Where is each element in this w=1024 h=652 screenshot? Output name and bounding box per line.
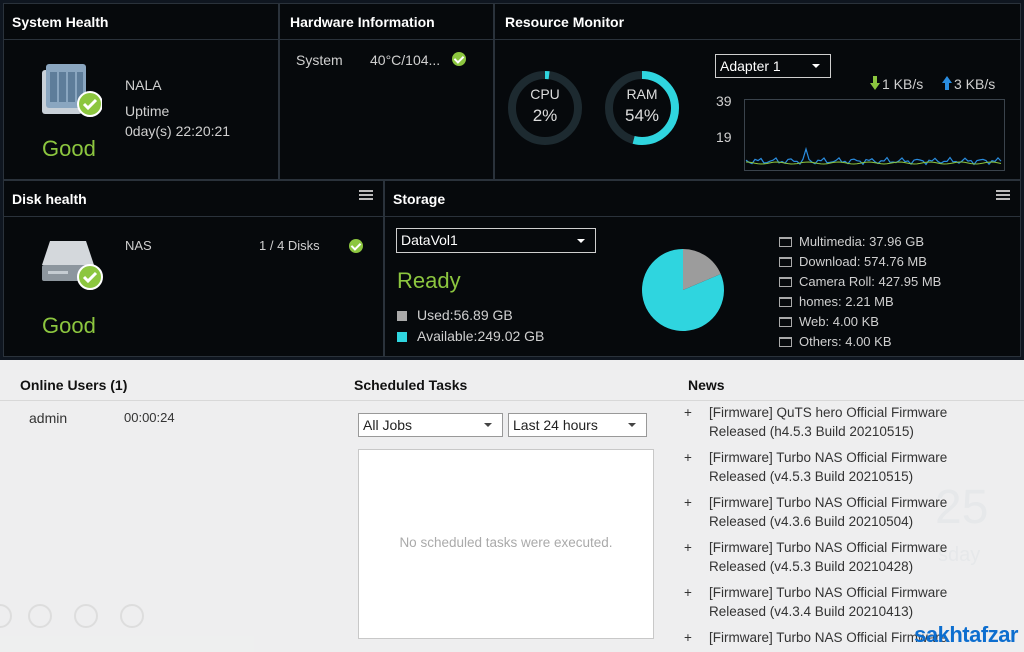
chevron-down-icon (577, 238, 585, 243)
online-users-title: Online Users (1) (20, 377, 128, 393)
uptime-label: Uptime (125, 103, 170, 119)
time-filter-select[interactable]: Last 24 hours (508, 413, 647, 437)
divider (0, 400, 1024, 401)
disk-health-status: Good (42, 313, 96, 338)
hardware-temperature: 40°C/104... (370, 52, 441, 68)
folder-icon (779, 297, 792, 307)
system-health-title: System Health (4, 4, 278, 40)
dock-app-icon[interactable] (74, 604, 98, 628)
system-health-panel: System Health Good NALA Uptime 0day(s) 2… (3, 3, 279, 180)
plus-icon: + (684, 405, 692, 420)
disk-count: 1 / 4 Disks (259, 238, 320, 253)
folder-item: Download: 574.76 MB (779, 254, 927, 269)
menu-icon[interactable] (359, 189, 373, 201)
folder-item: Camera Roll: 427.95 MB (779, 274, 941, 289)
folder-icon (779, 277, 792, 287)
plus-icon: + (684, 630, 692, 645)
plus-icon: + (684, 585, 692, 600)
widgets-area: 25 sday Online Users (1) admin 00:00:24 … (0, 360, 1024, 652)
network-axis-top: 39 (716, 93, 732, 109)
news-item[interactable]: + [Firmware] Turbo NAS Official Firmware … (684, 538, 984, 578)
disk-label: NAS (125, 238, 152, 253)
folder-item: homes: 2.21 MB (779, 294, 894, 309)
device-name: NALA (125, 77, 162, 93)
folder-item: Others: 4.00 KB (779, 334, 892, 349)
network-axis-mid: 19 (716, 129, 732, 145)
news-link[interactable]: [Firmware] Turbo NAS Official Firmware R… (709, 493, 979, 531)
plus-icon: + (684, 495, 692, 510)
upload-speed: 3 KB/s (954, 76, 996, 92)
chevron-down-icon (484, 423, 492, 427)
storage-panel: Storage DataVol1 Ready Used:56.89 GB Ava… (384, 180, 1021, 357)
resource-monitor-panel: Resource Monitor CPU 2% RAM 54% Adapter … (494, 3, 1021, 180)
disk-icon (42, 241, 103, 290)
watermark-logo: sakhtafzar (914, 622, 1018, 647)
news-item[interactable]: + [Firmware] QuTS hero Official Firmware … (684, 403, 984, 443)
resource-monitor-title: Resource Monitor (495, 4, 1020, 40)
ram-label: RAM (626, 86, 658, 102)
online-user-name: admin (29, 410, 68, 426)
folder-icon (779, 237, 792, 247)
storage-title: Storage (385, 181, 1020, 217)
cpu-label: CPU (530, 86, 560, 102)
download-speed: 1 KB/s (882, 76, 924, 92)
news-link[interactable]: [Firmware] QuTS hero Official Firmware R… (709, 403, 979, 441)
volume-select[interactable]: DataVol1 (396, 228, 596, 253)
news-item[interactable]: + [Firmware] Turbo NAS Official Firmware … (684, 583, 984, 623)
network-traffic-chart (744, 99, 1005, 171)
nas-device-icon (42, 64, 102, 117)
jobs-filter-select[interactable]: All Jobs (358, 413, 503, 437)
used-legend-swatch (397, 311, 407, 321)
available-legend-swatch (397, 332, 407, 342)
hardware-info-title: Hardware Information (280, 4, 493, 40)
volume-select-value: DataVol1 (401, 232, 458, 248)
dock-app-icon[interactable] (0, 604, 12, 628)
time-filter-value: Last 24 hours (513, 417, 598, 433)
scheduled-tasks-title: Scheduled Tasks (354, 377, 468, 393)
system-health-status: Good (42, 136, 96, 161)
available-space: Available:249.02 GB (417, 328, 545, 344)
disk-health-title: Disk health (4, 181, 383, 217)
folder-icon (779, 337, 792, 347)
ram-value: 54% (624, 106, 660, 125)
news-link[interactable]: [Firmware] Turbo NAS Official Firmware R… (709, 538, 979, 576)
chevron-down-icon (628, 423, 636, 427)
online-user-time: 00:00:24 (124, 410, 175, 425)
cpu-value: 2% (532, 106, 558, 125)
scheduled-tasks-empty: No scheduled tasks were executed. (399, 535, 613, 550)
uptime-value: 0day(s) 22:20:21 (125, 123, 231, 139)
plus-icon: + (684, 540, 692, 555)
folder-item: Web: 4.00 KB (779, 314, 879, 329)
jobs-filter-value: All Jobs (363, 417, 413, 433)
storage-status: Ready (397, 268, 461, 293)
disk-health-panel: Disk health Good NAS 1 / 4 Disks (3, 180, 384, 357)
hardware-ok-icon (452, 52, 466, 66)
folder-item: Multimedia: 37.96 GB (779, 234, 924, 249)
menu-icon[interactable] (996, 189, 1010, 201)
chevron-down-icon (812, 64, 820, 68)
plus-icon: + (684, 450, 692, 465)
dock-app-icon[interactable] (28, 604, 52, 628)
news-link[interactable]: [Firmware] Turbo NAS Official Firmware R… (709, 583, 979, 621)
adapter-select-value: Adapter 1 (720, 58, 781, 74)
disk-ok-icon (349, 239, 363, 253)
folder-icon (779, 257, 792, 267)
news-item[interactable]: + [Firmware] Turbo NAS Official Firmware … (684, 448, 984, 488)
adapter-select[interactable]: Adapter 1 (715, 54, 831, 78)
scheduled-tasks-list: No scheduled tasks were executed. (358, 449, 654, 639)
used-space: Used:56.89 GB (417, 307, 513, 323)
news-link[interactable]: [Firmware] Turbo NAS Official Firmware R… (709, 448, 979, 486)
hardware-label: System (296, 52, 343, 68)
hardware-info-panel: Hardware Information System 40°C/104... (279, 3, 494, 180)
upload-arrow-icon (942, 76, 952, 90)
news-item[interactable]: + [Firmware] Turbo NAS Official Firmware … (684, 493, 984, 533)
folder-icon (779, 317, 792, 327)
dock-app-icon[interactable] (120, 604, 144, 628)
storage-pie-chart (642, 249, 724, 331)
download-arrow-icon (870, 76, 880, 90)
news-title: News (688, 377, 725, 393)
